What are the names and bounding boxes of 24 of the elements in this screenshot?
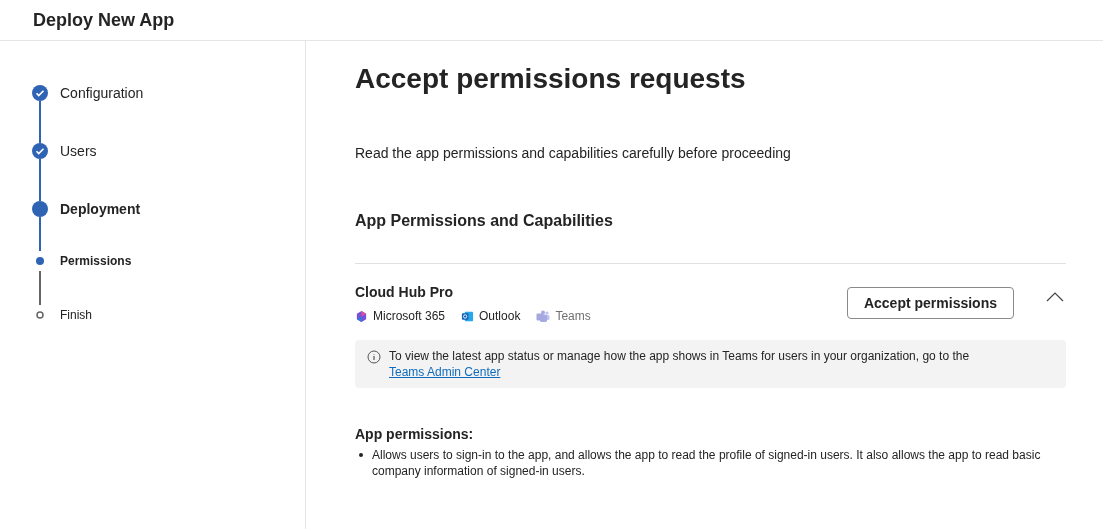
app-name: Cloud Hub Pro [355,283,454,302]
description: Read the app permissions and capabilities carefully before proceeding [355,144,792,163]
accept-permissions-button[interactable]: Accept permissions [846,287,1014,319]
app-logo-icon [355,309,368,323]
chat-logo-icon [536,309,551,323]
step-label: Configuration [60,83,144,103]
page-title: Deploy New App [33,8,175,32]
info-text: To view the latest app status or manage how the app shows in Teams for users in your organization, go to the Teams Admin Center [389,348,971,380]
info-icon [367,350,381,364]
bullet-icon [359,453,363,457]
step-label: Permissions [60,253,132,270]
admin-center-link[interactable]: Teams Admin Center [389,365,501,379]
host-label: Outlook [479,308,521,325]
host-label: Teams [555,308,591,325]
heading: Accept permissions requests [355,62,747,96]
permissions-heading: App permissions: [355,425,475,444]
step-label: Deployment [60,199,141,219]
step-label: Finish [60,307,92,324]
step-label: Users [60,141,97,161]
section-heading: App Permissions and Capabilities [355,211,614,231]
mail-logo-icon [461,309,475,323]
host-label: Microsoft 365 [373,308,446,325]
permission-text: Allows users to sign-in to the app, and allows the app to read the profile of signed-in users. It also allows the app to read basic company information of signed-in users. [372,447,1042,479]
chevron-icon [1046,292,1064,302]
